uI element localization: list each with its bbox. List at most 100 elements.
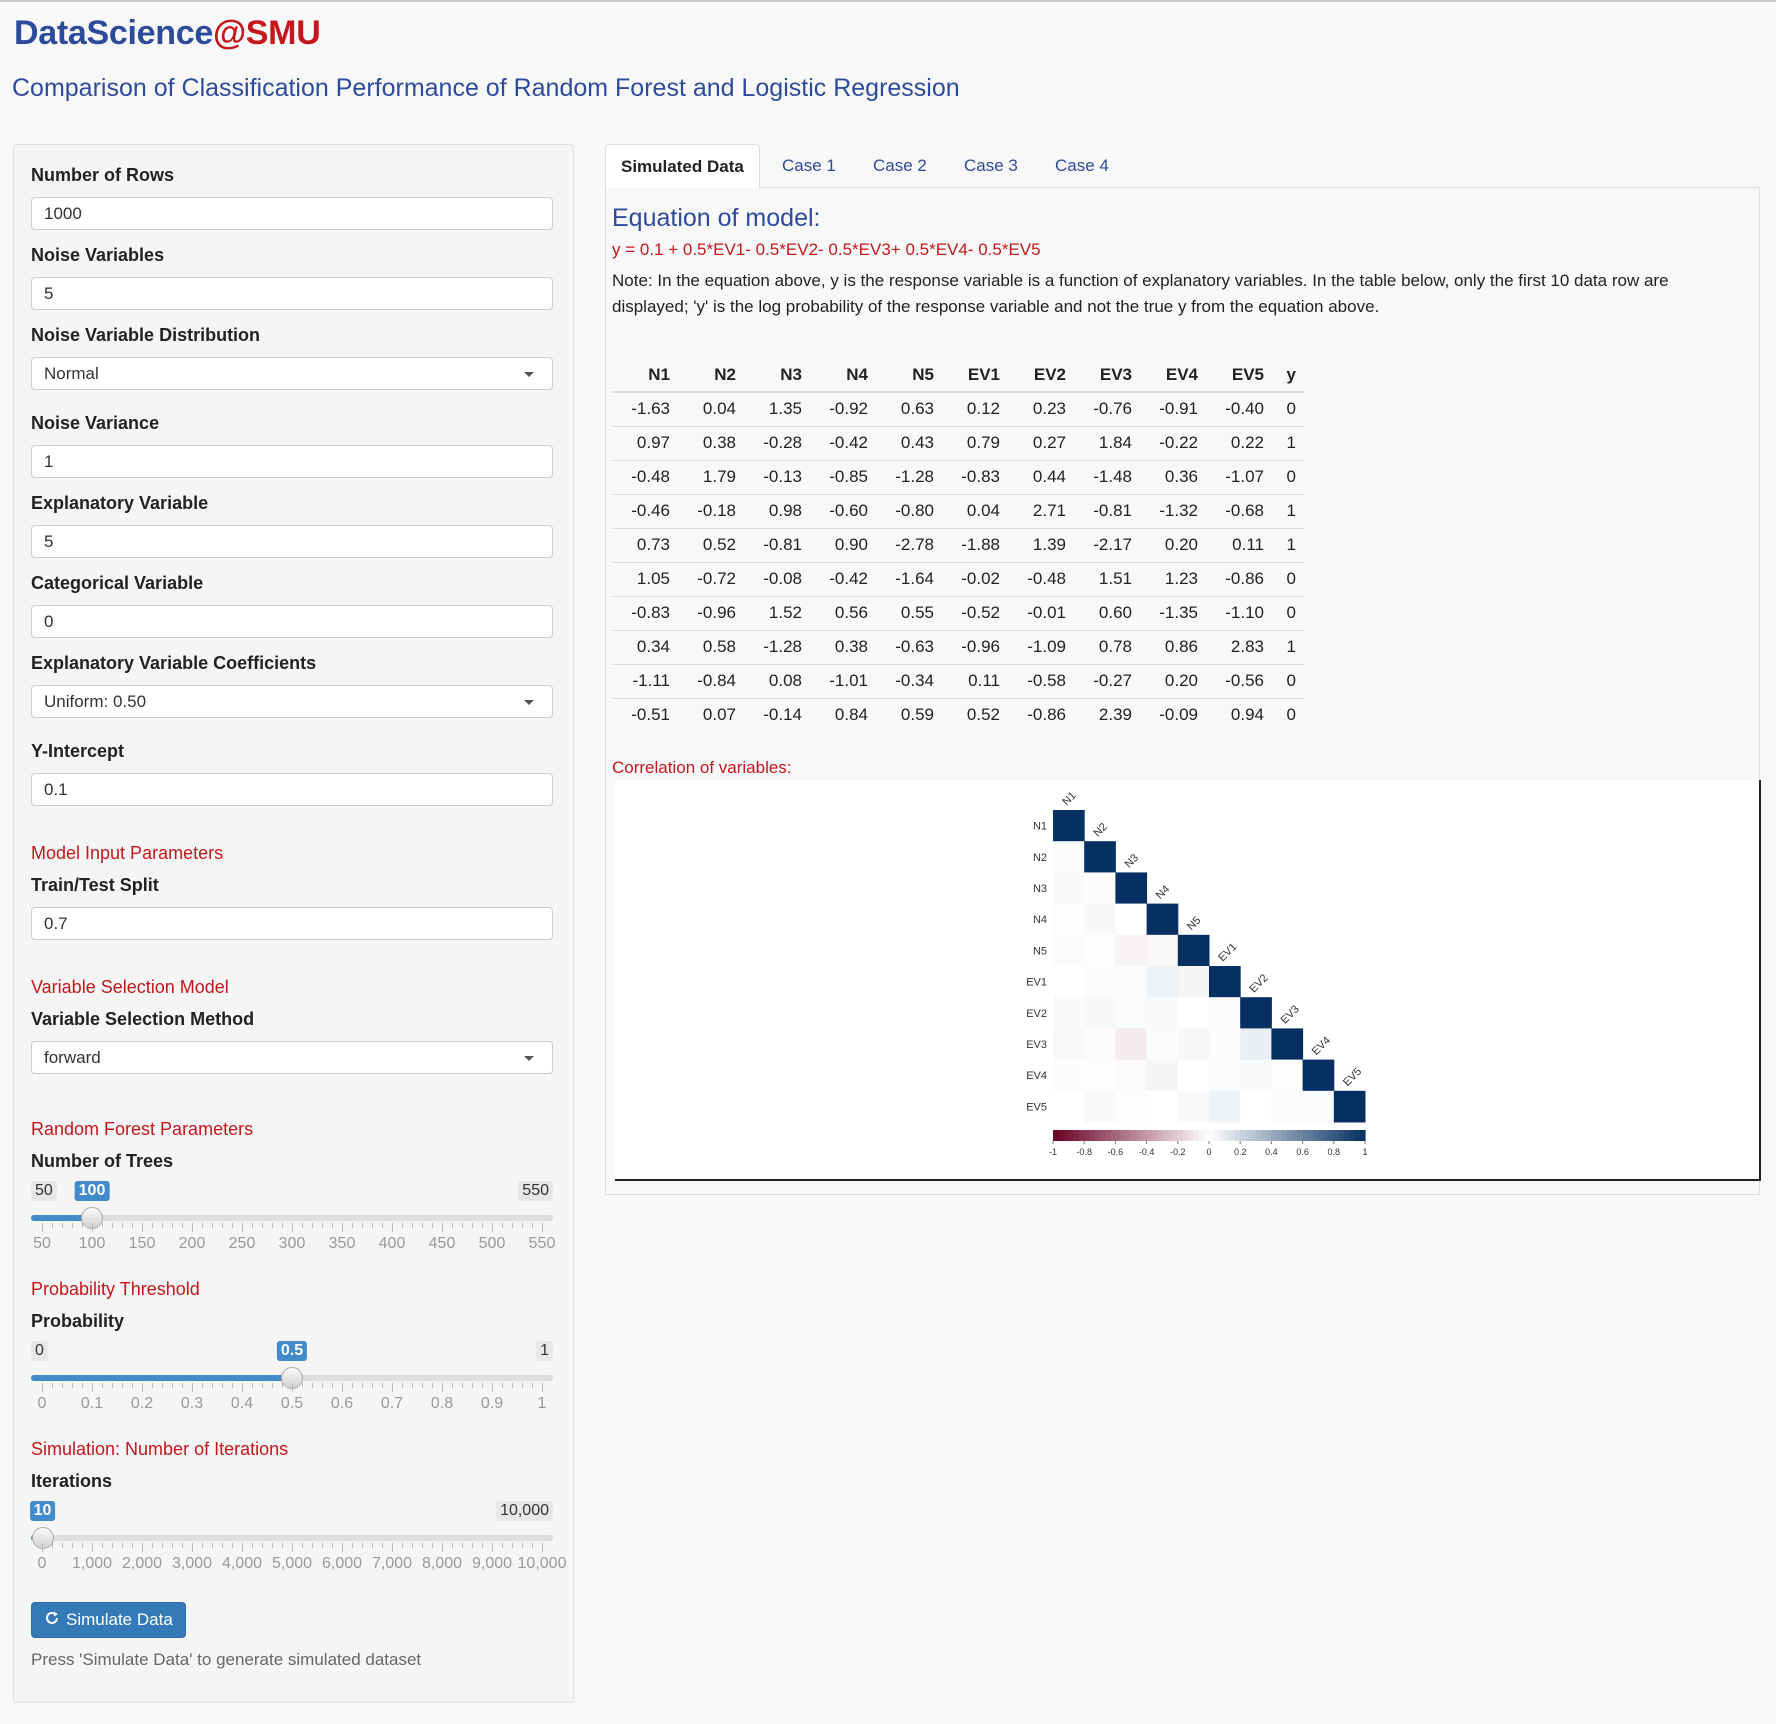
- noise-dist-select[interactable]: Normal: [31, 357, 553, 390]
- column-header: EV4: [1140, 358, 1206, 393]
- table-cell: -0.48: [612, 459, 678, 494]
- heatmap-cell: [1084, 1028, 1116, 1061]
- table-cell: 0.79: [942, 425, 1008, 460]
- trees-slider[interactable]: 50 550 100 50 100 150 200 250 300 350 400 450 500 550: [31, 1181, 555, 1261]
- heatmap-cell: [1053, 966, 1085, 998]
- table-cell: -2.17: [1074, 527, 1140, 562]
- iter-minor-tick: [312, 1543, 313, 1548]
- prob-minor-tick: [182, 1383, 183, 1388]
- colorbar-segment: [1110, 1130, 1116, 1141]
- table-cell: -0.42: [810, 561, 876, 596]
- colorbar-tick-label: 0: [1206, 1147, 1211, 1157]
- trees-minor-tick: [352, 1223, 353, 1228]
- colorbar-segment: [1058, 1130, 1064, 1141]
- column-header: N1: [612, 358, 678, 393]
- coefficients-select[interactable]: Uniform: 0.50: [31, 685, 553, 718]
- colorbar-segment: [1214, 1130, 1220, 1141]
- heatmap-cell: [1084, 997, 1116, 1029]
- trees-minor-tick: [452, 1223, 453, 1228]
- prob-minor-tick: [302, 1383, 303, 1388]
- prob-tick: [392, 1383, 393, 1392]
- heatmap-cell: [1053, 997, 1085, 1029]
- heatmap-cell: [1177, 934, 1210, 967]
- noise-variance-input[interactable]: 1: [31, 445, 553, 478]
- colorbar-segment: [1266, 1130, 1272, 1141]
- table-cell: 0.12: [942, 391, 1008, 426]
- iter-tick: [392, 1543, 393, 1552]
- table-cell: 1.39: [1008, 527, 1074, 562]
- trees-minor-tick: [382, 1223, 383, 1228]
- y-intercept-input[interactable]: 0.1: [31, 773, 553, 806]
- iter-minor-tick: [202, 1543, 203, 1548]
- trees-minor-tick: [482, 1223, 483, 1228]
- rows-label: Number of Rows: [31, 165, 175, 185]
- table-cell: -1.28: [744, 629, 810, 664]
- trees-minor-tick: [302, 1223, 303, 1228]
- tab-case-4[interactable]: Case 4: [1040, 144, 1124, 188]
- column-header: N2: [678, 358, 744, 393]
- rows-input[interactable]: 1000: [31, 197, 553, 230]
- tab-bar: Simulated Data Case 1 Case 2 Case 3 Case…: [605, 144, 1760, 188]
- prob-minor-tick: [202, 1383, 203, 1388]
- probability-slider[interactable]: 0 1 0.5 0 0.1 0.2 0.3 0.4 0.5 0.6 0.7 0.8 0.9 1: [31, 1341, 553, 1421]
- row-label: N1: [1033, 821, 1047, 833]
- explanatory-input[interactable]: 5: [31, 525, 553, 558]
- tab-simulated-data[interactable]: Simulated Data: [605, 144, 760, 188]
- column-label: N5: [1185, 914, 1203, 932]
- colorbar-segment: [1068, 1130, 1075, 1141]
- iterations-slider[interactable]: 010,0001001,0002,0003,0004,0005,0006,000…: [29, 1501, 566, 1581]
- tab-case-2[interactable]: Case 2: [858, 144, 942, 188]
- heatmap-cell: [1053, 1028, 1085, 1061]
- table-cell: 1: [1272, 493, 1304, 528]
- trees-tick: [92, 1223, 93, 1232]
- prob-tick-label: 1: [537, 1395, 547, 1412]
- variable-selection-label: Variable Selection Method: [31, 1009, 255, 1029]
- iter-minor-tick: [62, 1543, 63, 1548]
- train-test-input[interactable]: 0.7: [31, 907, 553, 940]
- prob-minor-tick: [352, 1383, 353, 1388]
- iter-minor-tick: [472, 1543, 473, 1548]
- colorbar-segment: [1240, 1130, 1246, 1141]
- table-cell: 0.59: [876, 697, 942, 732]
- tab-case-3[interactable]: Case 3: [949, 144, 1033, 188]
- simulate-help-text: Press 'Simulate Data' to generate simula…: [31, 1650, 422, 1669]
- colorbar-segment: [1261, 1130, 1267, 1141]
- prob-minor-tick: [372, 1383, 373, 1388]
- colorbar-segment: [1162, 1130, 1168, 1141]
- prob-tick-label: 0.6: [330, 1395, 354, 1412]
- trees-tick: [192, 1223, 193, 1232]
- noise-input[interactable]: 5: [31, 277, 553, 310]
- iter-minor-tick: [522, 1543, 523, 1548]
- iter-tick: [92, 1543, 93, 1552]
- trees-tick-label: 300: [278, 1235, 306, 1252]
- iter-minor-tick: [362, 1543, 363, 1548]
- variable-selection-select[interactable]: forward: [31, 1041, 553, 1074]
- table-cell: 0.38: [678, 425, 744, 460]
- iter-max-label: 10,000: [496, 1501, 553, 1521]
- trees-minor-tick: [82, 1223, 83, 1228]
- equation-text: y = 0.1 + 0.5*EV1- 0.5*EV2- 0.5*EV3+ 0.5…: [612, 240, 1041, 259]
- colorbar-segment: [1245, 1130, 1252, 1141]
- table-cell: -0.34: [876, 663, 942, 698]
- prob-minor-tick: [462, 1383, 463, 1388]
- tab-case-1[interactable]: Case 1: [767, 144, 851, 188]
- iter-minor-tick: [222, 1543, 223, 1548]
- heatmap-cell: [1271, 1059, 1304, 1092]
- table-cell: -0.27: [1074, 663, 1140, 698]
- table-header-row: N1 N2 N3 N4 N5 EV1 EV2 EV3 EV4 EV5 y: [612, 358, 1304, 393]
- refresh-icon: [44, 1610, 60, 1631]
- heatmap-cell: [1240, 1059, 1272, 1092]
- trees-max-label: 550: [518, 1181, 553, 1201]
- table-cell: -0.85: [810, 459, 876, 494]
- heatmap-cell: [1209, 1090, 1241, 1123]
- iter-minor-tick: [112, 1543, 113, 1548]
- categorical-input[interactable]: 0: [31, 605, 553, 638]
- table-cell: 2.83: [1206, 629, 1272, 664]
- heatmap-cell: [1115, 1090, 1148, 1123]
- iter-minor-tick: [252, 1543, 253, 1548]
- colorbar-segment: [1099, 1130, 1106, 1141]
- simulate-data-button[interactable]: Simulate Data: [31, 1602, 186, 1638]
- iter-minor-tick: [122, 1543, 123, 1548]
- table-cell: 1.52: [744, 595, 810, 630]
- colorbar-segment: [1053, 1130, 1059, 1141]
